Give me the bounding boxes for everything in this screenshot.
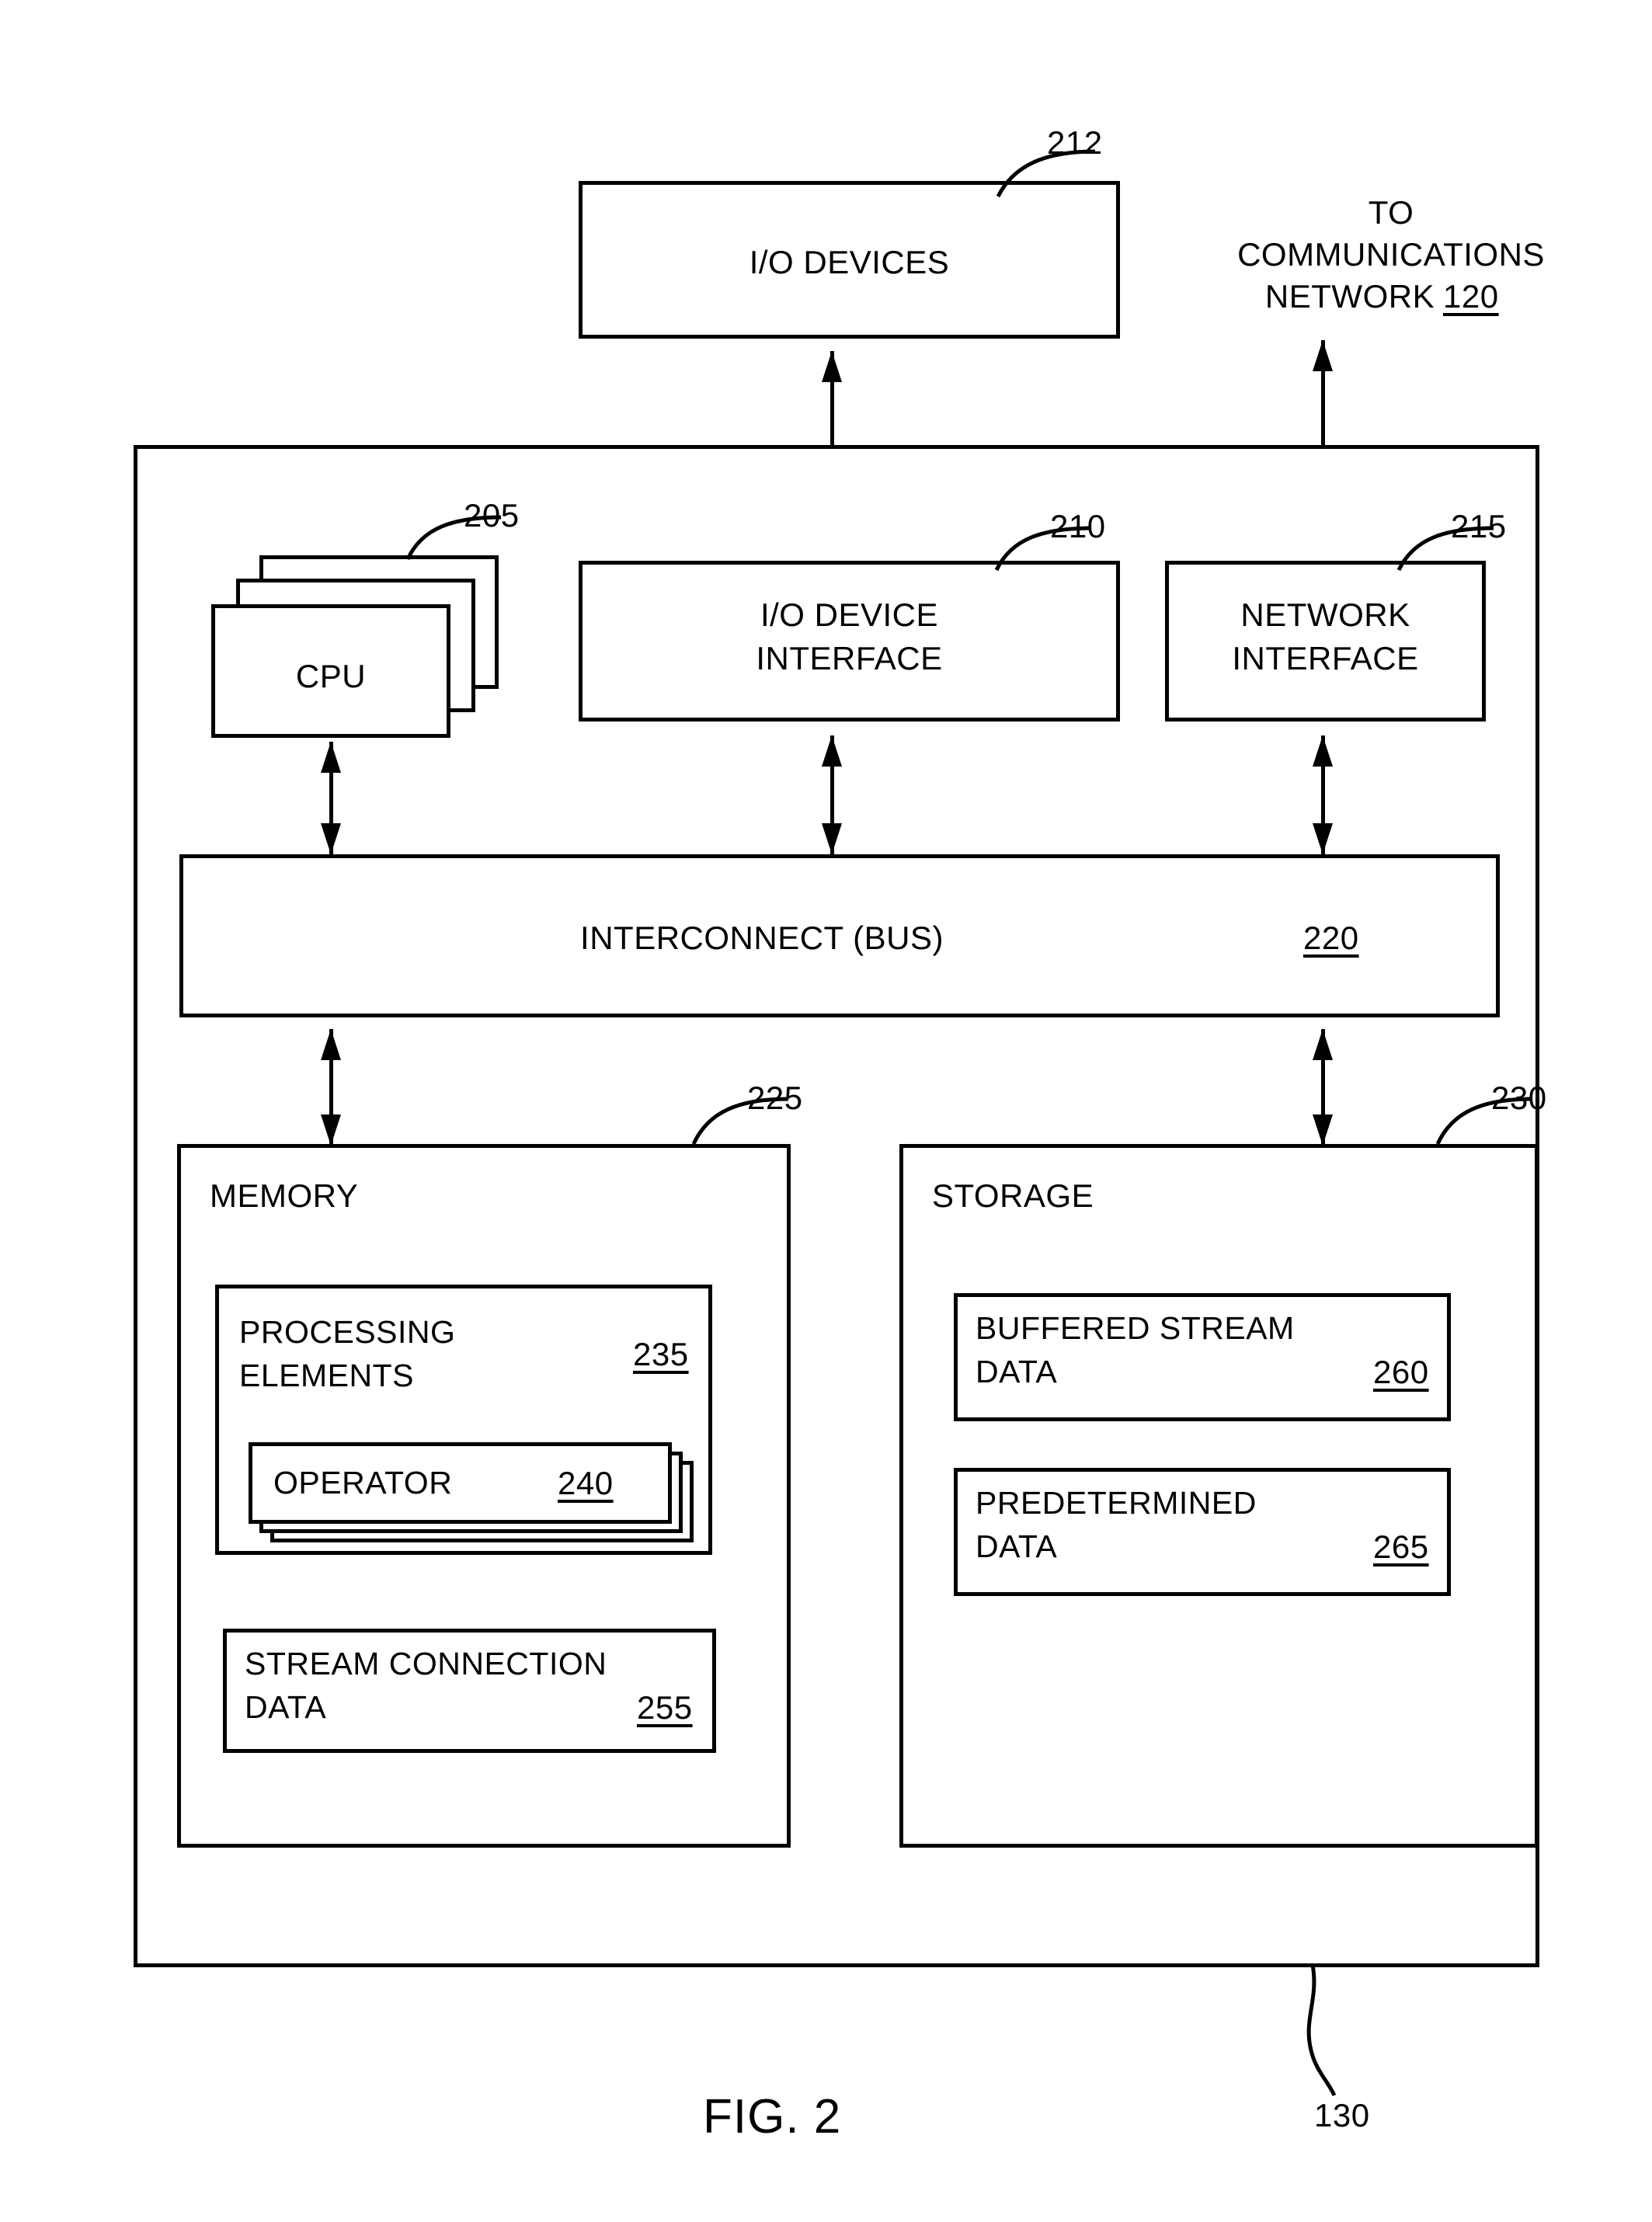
network-interface-line2: INTERFACE [1232,640,1419,676]
network-interface-line1: NETWORK [1240,596,1410,633]
buffered-stream-data-line2: DATA [976,1354,1058,1389]
predetermined-data-line1: PREDETERMINED [976,1485,1257,1521]
ref-260: 260 [1373,1354,1429,1390]
operator-label: OPERATOR [273,1465,453,1500]
storage-label: STORAGE [932,1177,1094,1214]
io-device-interface-line2: INTERFACE [756,640,943,676]
cpu-stack [211,555,499,738]
io-devices-label: I/O DEVICES [749,244,950,280]
ref-235: 235 [633,1336,689,1372]
ref-215: 215 [1451,508,1507,544]
ref-255: 255 [637,1689,693,1726]
processing-elements-line2: ELEMENTS [239,1358,414,1393]
ref-230: 230 [1491,1080,1547,1116]
ref-265: 265 [1373,1528,1429,1565]
comm-network-line2: COMMUNICATIONS [1237,236,1545,273]
figure-caption: FIG. 2 [703,2090,842,2144]
predetermined-data-line2: DATA [976,1528,1058,1564]
leader-130 [1289,1963,1382,2111]
ref-130: 130 [1314,2097,1370,2133]
io-device-interface-line1: I/O DEVICE [760,596,939,633]
figure-canvas: I/O DEVICES 212 TO COMMUNICATIONS NETWOR… [0,0,1652,2222]
ref-210: 210 [1050,508,1106,544]
interconnect-bus-label: INTERCONNECT (BUS) [580,920,944,956]
ref-120: 120 [1443,278,1499,315]
ref-225: 225 [747,1080,803,1116]
ref-212: 212 [1047,124,1103,161]
buffered-stream-data-line1: BUFFERED STREAM [976,1310,1295,1346]
ref-205: 205 [464,497,520,534]
memory-label: MEMORY [210,1177,359,1214]
stream-connection-data-line1: STREAM CONNECTION [245,1646,607,1681]
ref-220: 220 [1303,920,1359,956]
comm-network-line1: TO [1368,194,1414,231]
ref-240: 240 [558,1465,614,1501]
processing-elements-line1: PROCESSING [239,1314,456,1350]
cpu-label: CPU [295,658,367,694]
stream-connection-data-line2: DATA [245,1689,327,1725]
